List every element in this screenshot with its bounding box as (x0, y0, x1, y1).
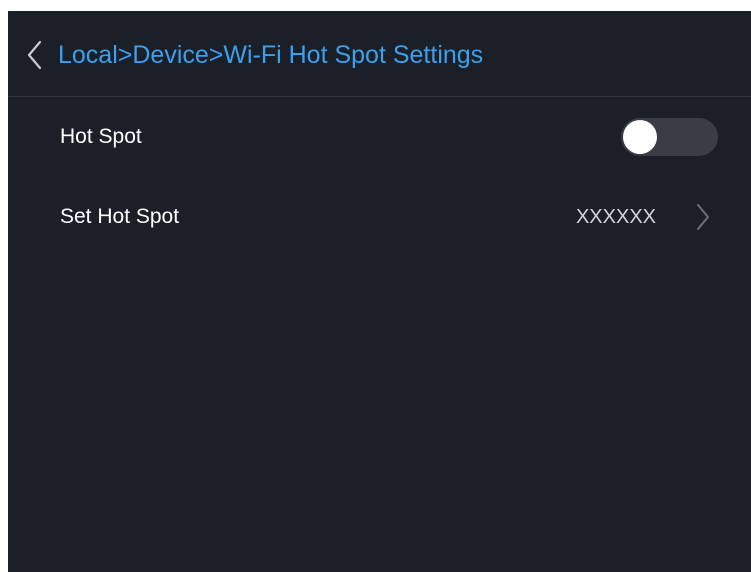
toggle-knob (623, 120, 657, 154)
set-hot-spot-label: Set Hot Spot (60, 205, 180, 228)
set-hot-spot-row[interactable]: Set Hot Spot XXXXXX (8, 178, 751, 256)
header-bar: Local>Device>Wi-Fi Hot Spot Settings (8, 11, 751, 97)
hot-spot-label: Hot Spot (60, 125, 142, 148)
chevron-left-icon[interactable] (25, 39, 45, 71)
page-title: Local>Device>Wi-Fi Hot Spot Settings (58, 41, 484, 69)
chevron-right-icon (695, 202, 711, 232)
hot-spot-name-value: XXXXXX (575, 206, 656, 228)
hot-spot-row: Hot Spot (8, 98, 751, 176)
wifi-hotspot-settings-screen: Local>Device>Wi-Fi Hot Spot Settings Hot… (8, 11, 751, 572)
hot-spot-toggle[interactable] (621, 118, 718, 156)
